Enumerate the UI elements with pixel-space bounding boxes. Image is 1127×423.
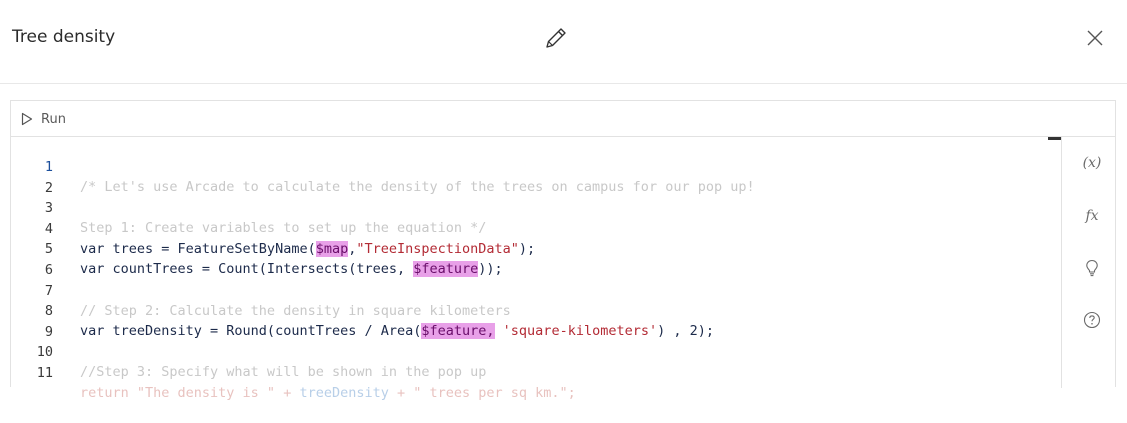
help-icon[interactable] — [1080, 308, 1104, 332]
code-line: 4 var trees = FeatureSetByName($map,"Tre… — [11, 199, 1047, 257]
code-line: 5 var countTrees = Count(Intersects(tree… — [11, 219, 1047, 278]
play-icon — [21, 112, 33, 126]
scrollbar-thumb[interactable] — [1048, 137, 1062, 140]
lightbulb-icon[interactable] — [1080, 256, 1104, 280]
question-circle-icon — [1083, 311, 1101, 329]
code-token: treeDensity — [299, 385, 389, 401]
close-icon[interactable] — [1086, 29, 1104, 47]
editor-toolbar: Run — [11, 101, 1115, 137]
code-line: 11 return "The density is " + treeDensit… — [11, 343, 1047, 401]
code-line: 9 — [11, 302, 1047, 340]
run-label: Run — [41, 111, 66, 127]
header: Tree density — [0, 0, 1127, 84]
code-line: 10 //Step 3: Specify what will be shown … — [11, 322, 1047, 380]
variables-icon[interactable]: (x) — [1080, 151, 1104, 175]
page-title: Tree density — [12, 27, 116, 47]
run-button[interactable]: Run — [21, 109, 66, 129]
code-line: 2 — [11, 158, 1047, 196]
code-line: 6 — [11, 240, 1047, 278]
code-token: return "The density is " + — [80, 385, 300, 401]
code-text: //Step 3: Specify what will be shown in … — [80, 364, 487, 381]
code-token: + " trees per sq km."; — [388, 385, 576, 401]
code-editor[interactable]: 1 /* Let's use Arcade to calculate the d… — [11, 137, 1047, 401]
code-text: return "The density is " + treeDensity +… — [80, 383, 576, 403]
code-line: 8 var treeDensity = Round(countTrees / A… — [11, 281, 1047, 340]
arcade-editor: Run 1 /* Let's use Arcade to calculate t… — [10, 100, 1117, 401]
functions-icon[interactable]: fx — [1080, 204, 1104, 228]
side-panel: (x) fx — [1061, 137, 1117, 388]
code-line: 1 /* Let's use Arcade to calculate the d… — [11, 137, 1047, 195]
lightbulb-icon-glyph — [1086, 259, 1098, 277]
line-number: 11 — [36, 365, 53, 381]
code-line: 3 Step 1: Create variables to set up the… — [11, 178, 1047, 236]
pencil-edit-icon[interactable] — [543, 25, 569, 51]
code-line: 7 // Step 2: Calculate the density in sq… — [11, 261, 1047, 319]
